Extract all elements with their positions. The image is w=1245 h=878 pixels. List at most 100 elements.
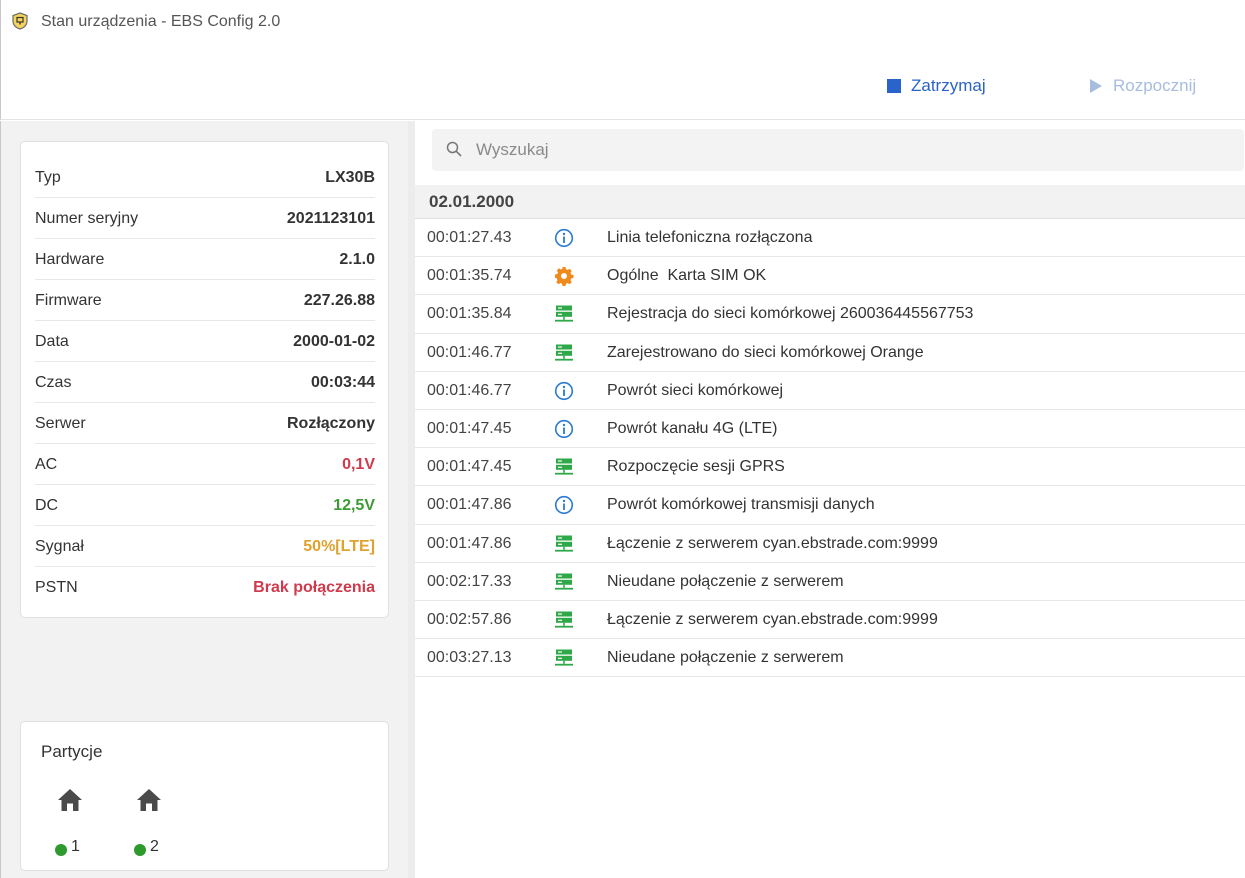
log-entry-time: 00:01:47.86	[427, 496, 512, 514]
info-icon	[554, 228, 574, 248]
partition-item-2[interactable]: 2	[134, 782, 174, 862]
left-panel: Typ LX30B Numer seryjny 2021123101 Hardware 2…	[0, 121, 408, 878]
partition-label: 2	[150, 838, 159, 855]
log-entry-message: Powrót sieci komórkowej	[607, 381, 784, 399]
device-info-row: PSTN Brak połączenia	[35, 568, 375, 608]
log-entry-row[interactable]: 00:01:47.86 Powrót komórkowej transmisji …	[415, 486, 1245, 525]
gear-icon	[554, 266, 574, 287]
partition-label: 1	[71, 838, 80, 855]
device-info-key: Hardware	[35, 250, 105, 268]
device-info-value: 0,1V	[342, 455, 375, 473]
window-title: Stan urządzenia - EBS Config 2.0	[41, 13, 281, 30]
info-icon	[554, 381, 574, 401]
log-entry-row[interactable]: 00:01:46.77 Powrót sieci komórkowej	[415, 372, 1245, 410]
network-icon	[554, 648, 574, 668]
log-entry-row[interactable]: 00:01:46.77 Zarejestrowano do sieci komór…	[415, 334, 1245, 372]
log-entry-message: Rejestracja do sieci komórkowej 26003644…	[607, 305, 974, 323]
device-info-key: PSTN	[35, 579, 78, 596]
device-info-key: Sygnał	[35, 537, 84, 555]
device-info-key: Firmware	[35, 291, 102, 309]
device-info-value: 2021123101	[286, 209, 375, 227]
device-info-value: 00:03:44	[310, 373, 375, 391]
info-icon	[554, 419, 574, 439]
device-info-key: Data	[35, 332, 69, 350]
log-entry-row[interactable]: 00:01:47.45 Rozpoczęcie sesji GPRS	[415, 448, 1245, 487]
event-log-panel: 02.01.2000 00:01:27.43 Linia telefoniczna…	[408, 121, 1245, 878]
device-info-row: Hardware 2.1.0	[35, 240, 375, 280]
device-info-value: Rozłączony	[286, 414, 375, 432]
log-entry-message: Nieudane połączenie z serwerem	[607, 649, 844, 667]
log-entry-time: 00:02:17.33	[427, 572, 512, 590]
network-icon	[554, 457, 574, 477]
log-entry-time: 00:01:27.43	[427, 229, 512, 246]
device-info-row: Serwer Rozłączony	[35, 404, 375, 444]
device-info-row: Czas 00:03:44	[35, 363, 375, 403]
play-icon	[1090, 79, 1102, 93]
log-entry-message: Powrót komórkowej transmisji danych	[607, 496, 875, 514]
stop-button-label: Zatrzymaj	[911, 76, 986, 95]
device-info-key: DC	[35, 496, 59, 514]
device-info-card: Typ LX30B Numer seryjny 2021123101 Hardware 2…	[20, 141, 389, 618]
device-info-row: Firmware 227.26.88	[35, 281, 375, 321]
network-icon	[554, 572, 574, 592]
network-icon	[554, 343, 574, 363]
log-entry-row[interactable]: 00:01:27.43 Linia telefoniczna rozłączona	[415, 219, 1245, 258]
log-entry-message: Łączenie z serwerem cyan.ebstrade.com:99…	[607, 610, 938, 628]
network-icon	[554, 610, 574, 630]
device-info-value: 227.26.88	[303, 291, 375, 309]
log-entry-row[interactable]: 00:03:27.13 Nieudane połączenie z serwere…	[415, 639, 1245, 678]
start-button-label: Rozpocznij	[1113, 76, 1197, 95]
search-input[interactable]	[476, 137, 1216, 163]
log-entry-row[interactable]: 00:02:57.86 Łączenie z serwerem cyan.ebst…	[415, 601, 1245, 640]
log-entry-time: 00:01:46.77	[427, 343, 512, 361]
log-entry-message: Linia telefoniczna rozłączona	[607, 229, 813, 246]
partitions-card: Partycje 1 2	[20, 721, 389, 871]
device-info-row: Sygnał 50%[LTE]	[35, 527, 375, 567]
device-info-key: Numer seryjny	[35, 209, 139, 227]
log-entry-row[interactable]: 00:01:47.45 Powrót kanału 4G (LTE)	[415, 410, 1245, 449]
home-icon	[137, 789, 161, 811]
partition-status-dot	[55, 844, 67, 856]
event-log-list: 00:01:27.43 Linia telefoniczna rozłączona…	[415, 219, 1245, 678]
partition-status-dot	[134, 844, 146, 856]
log-entry-message: Ogólne Karta SIM OK	[607, 267, 767, 285]
log-entry-row[interactable]: 00:01:47.86 Łączenie z serwerem cyan.ebst…	[415, 525, 1245, 563]
start-button[interactable]: Rozpocznij	[1089, 74, 1196, 98]
device-info-value: LX30B	[325, 168, 375, 186]
home-icon	[58, 789, 82, 811]
device-info-key: Typ	[35, 168, 61, 186]
log-entry-row[interactable]: 00:01:35.84 Rejestracja do sieci komórkow…	[415, 295, 1245, 334]
partitions-title: Partycje	[41, 742, 103, 761]
log-entry-message: Powrót kanału 4G (LTE)	[607, 419, 778, 437]
log-entry-time: 00:01:46.77	[427, 381, 512, 399]
stop-button[interactable]: Zatrzymaj	[887, 74, 986, 98]
log-entry-time: 00:01:35.74	[427, 267, 512, 285]
device-info-value: 50%[LTE]	[303, 537, 375, 555]
log-entry-time: 00:03:27.13	[427, 649, 512, 667]
device-info-value: Brak połączenia	[253, 579, 375, 596]
log-entry-row[interactable]: 00:01:35.74 Ogólne Karta SIM OK	[415, 257, 1245, 296]
device-info-value: 2000-01-02	[293, 332, 375, 350]
log-entry-message: Nieudane połączenie z serwerem	[607, 572, 844, 590]
log-entry-message: Rozpoczęcie sesji GPRS	[607, 458, 785, 476]
device-info-key: Serwer	[35, 414, 86, 432]
toolbar: Zatrzymaj Rozpocznij	[0, 46, 1245, 120]
app-logo-icon	[12, 12, 28, 30]
log-entry-message: Zarejestrowano do sieci komórkowej Orang…	[607, 343, 924, 361]
info-icon	[554, 495, 574, 515]
device-info-key: AC	[35, 455, 58, 473]
log-entry-time: 00:01:47.45	[427, 419, 512, 437]
stop-icon	[887, 79, 901, 93]
partition-item-1[interactable]: 1	[55, 782, 95, 862]
search-box	[432, 129, 1244, 171]
log-entry-row[interactable]: 00:02:17.33 Nieudane połączenie z serwere…	[415, 563, 1245, 601]
device-info-value: 12,5V	[333, 496, 375, 514]
device-info-row: Typ LX30B	[35, 158, 375, 198]
log-entry-time: 00:01:35.84	[427, 305, 512, 323]
device-info-value: 2.1.0	[339, 250, 375, 268]
device-info-row: DC 12,5V	[35, 486, 375, 526]
title-bar: Stan urządzenia - EBS Config 2.0	[0, 0, 1245, 46]
log-entry-message: Łączenie z serwerem cyan.ebstrade.com:99…	[607, 534, 938, 552]
log-entry-time: 00:01:47.86	[427, 534, 512, 552]
log-entry-time: 00:01:47.45	[427, 458, 512, 476]
